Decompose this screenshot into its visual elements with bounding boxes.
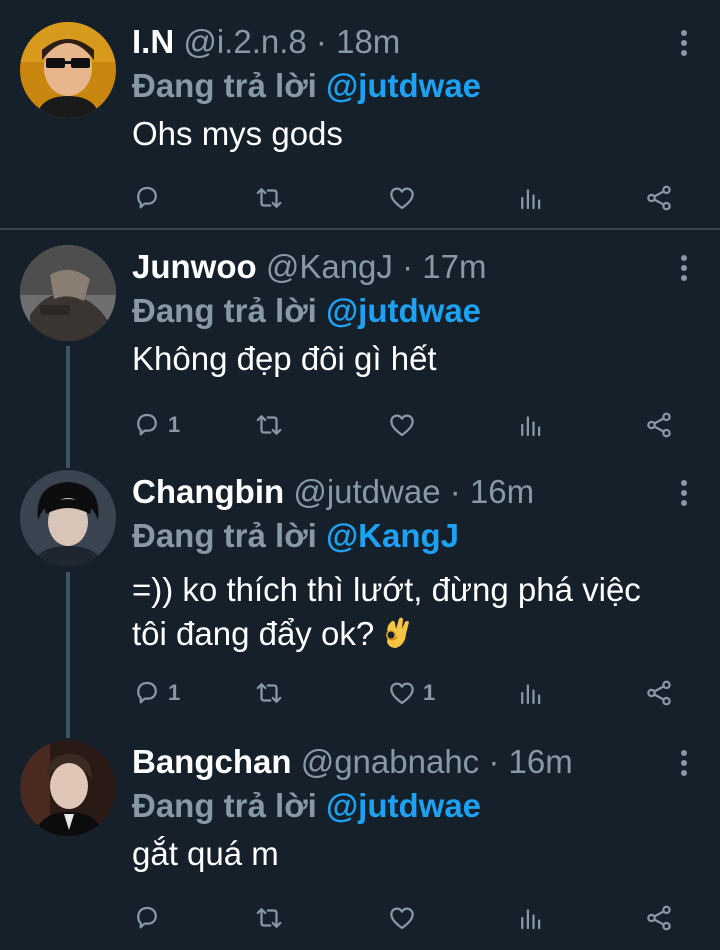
reply-feed: I.N @i.2.n.8 · 18m Đang trả lời @jutdwae… xyxy=(0,0,720,950)
like-icon xyxy=(387,183,417,213)
analytics-icon xyxy=(516,410,546,440)
more-options-icon[interactable] xyxy=(676,255,692,281)
like-icon xyxy=(387,678,417,708)
tweet-text-segment: tôi đang đẩy ok? xyxy=(132,615,375,652)
replying-to: Đang trả lời @jutdwae xyxy=(132,289,481,333)
reply-count: 1 xyxy=(168,412,181,437)
tweet-divider xyxy=(0,228,720,230)
analytics-button[interactable] xyxy=(516,178,546,218)
like-button[interactable] xyxy=(387,178,423,218)
display-name[interactable]: Junwoo xyxy=(132,248,257,285)
more-options-icon[interactable] xyxy=(676,480,692,506)
replying-to-label: Đang trả lời xyxy=(132,787,317,824)
reply-button[interactable] xyxy=(132,178,168,218)
avatar[interactable] xyxy=(20,22,116,118)
tweet-header: Changbin @jutdwae · 16m xyxy=(132,470,534,514)
reply-target-link[interactable]: @jutdwae xyxy=(326,787,481,824)
retweet-icon xyxy=(254,903,284,933)
avatar[interactable] xyxy=(20,740,116,836)
user-handle[interactable]: @KangJ xyxy=(266,248,393,285)
user-handle[interactable]: @jutdwae xyxy=(293,473,440,510)
share-icon xyxy=(644,410,674,440)
tweet-text: Ohs mys gods xyxy=(132,115,343,152)
retweet-button[interactable] xyxy=(254,898,290,938)
timestamp[interactable]: 16m xyxy=(509,743,573,780)
separator: · xyxy=(402,248,414,285)
timestamp[interactable]: 16m xyxy=(470,473,534,510)
share-button[interactable] xyxy=(644,673,674,713)
share-icon xyxy=(644,183,674,213)
display-name[interactable]: Changbin xyxy=(132,473,284,510)
like-icon xyxy=(387,410,417,440)
share-button[interactable] xyxy=(644,178,674,218)
analytics-button[interactable] xyxy=(516,673,546,713)
reply-target-link[interactable]: @jutdwae xyxy=(326,292,481,329)
reply-icon xyxy=(132,678,162,708)
avatar[interactable] xyxy=(20,245,116,341)
replying-to-label: Đang trả lời xyxy=(132,292,317,329)
analytics-icon xyxy=(516,183,546,213)
tweet-header: Junwoo @KangJ · 17m xyxy=(132,245,486,289)
retweet-icon xyxy=(254,183,284,213)
replying-to: Đang trả lời @jutdwae xyxy=(132,784,481,828)
analytics-icon xyxy=(516,903,546,933)
reply-target-link[interactable]: @jutdwae xyxy=(326,67,481,104)
tweet-text: gắt quá m xyxy=(132,835,279,872)
reply-icon xyxy=(132,903,162,933)
retweet-button[interactable] xyxy=(254,178,290,218)
replying-to-label: Đang trả lời xyxy=(132,517,317,554)
ok-hand-emoji xyxy=(380,615,414,651)
tweet-text: =)) ko thích thì lướt, đừng phá việc tôi… xyxy=(132,568,702,656)
like-button[interactable]: 1 xyxy=(387,673,435,713)
reply-icon xyxy=(132,183,162,213)
separator: · xyxy=(488,743,500,780)
user-handle[interactable]: @gnabnahc xyxy=(301,743,479,780)
reply-button[interactable]: 1 xyxy=(132,673,180,713)
action-bar xyxy=(0,898,720,938)
display-name[interactable]: I.N xyxy=(132,23,174,60)
replying-to: Đang trả lời @KangJ xyxy=(132,514,459,558)
more-options-icon[interactable] xyxy=(676,750,692,776)
action-bar xyxy=(0,178,720,218)
display-name[interactable]: Bangchan xyxy=(132,743,292,780)
action-bar: 1 xyxy=(0,405,720,445)
reply-count: 1 xyxy=(168,680,181,705)
replying-to: Đang trả lời @jutdwae xyxy=(132,64,481,108)
analytics-button[interactable] xyxy=(516,405,546,445)
analytics-icon xyxy=(516,678,546,708)
separator: · xyxy=(449,473,461,510)
reply-icon xyxy=(132,410,162,440)
share-button[interactable] xyxy=(644,898,674,938)
action-bar: 1 1 xyxy=(0,673,720,713)
like-count: 1 xyxy=(423,680,436,705)
retweet-icon xyxy=(254,410,284,440)
tweet-header: I.N @i.2.n.8 · 18m xyxy=(132,20,400,64)
timestamp[interactable]: 18m xyxy=(336,23,400,60)
thread-connector xyxy=(66,572,70,738)
retweet-button[interactable] xyxy=(254,405,290,445)
tweet-text-line: tôi đang đẩy ok? xyxy=(132,612,702,656)
share-button[interactable] xyxy=(644,405,674,445)
avatar[interactable] xyxy=(20,470,116,566)
separator: · xyxy=(315,23,327,60)
share-icon xyxy=(644,678,674,708)
like-icon xyxy=(387,903,417,933)
reply-button[interactable] xyxy=(132,898,168,938)
retweet-icon xyxy=(254,678,284,708)
more-options-icon[interactable] xyxy=(676,30,692,56)
reply-target-link[interactable]: @KangJ xyxy=(326,517,459,554)
tweet-text: Không đẹp đôi gì hết xyxy=(132,340,437,377)
like-button[interactable] xyxy=(387,405,423,445)
timestamp[interactable]: 17m xyxy=(422,248,486,285)
tweet-text-line: =)) ko thích thì lướt, đừng phá việc xyxy=(132,571,641,608)
reply-button[interactable]: 1 xyxy=(132,405,180,445)
analytics-button[interactable] xyxy=(516,898,546,938)
share-icon xyxy=(644,903,674,933)
user-handle[interactable]: @i.2.n.8 xyxy=(183,23,306,60)
like-button[interactable] xyxy=(387,898,423,938)
replying-to-label: Đang trả lời xyxy=(132,67,317,104)
tweet-header: Bangchan @gnabnahc · 16m xyxy=(132,740,573,784)
retweet-button[interactable] xyxy=(254,673,290,713)
